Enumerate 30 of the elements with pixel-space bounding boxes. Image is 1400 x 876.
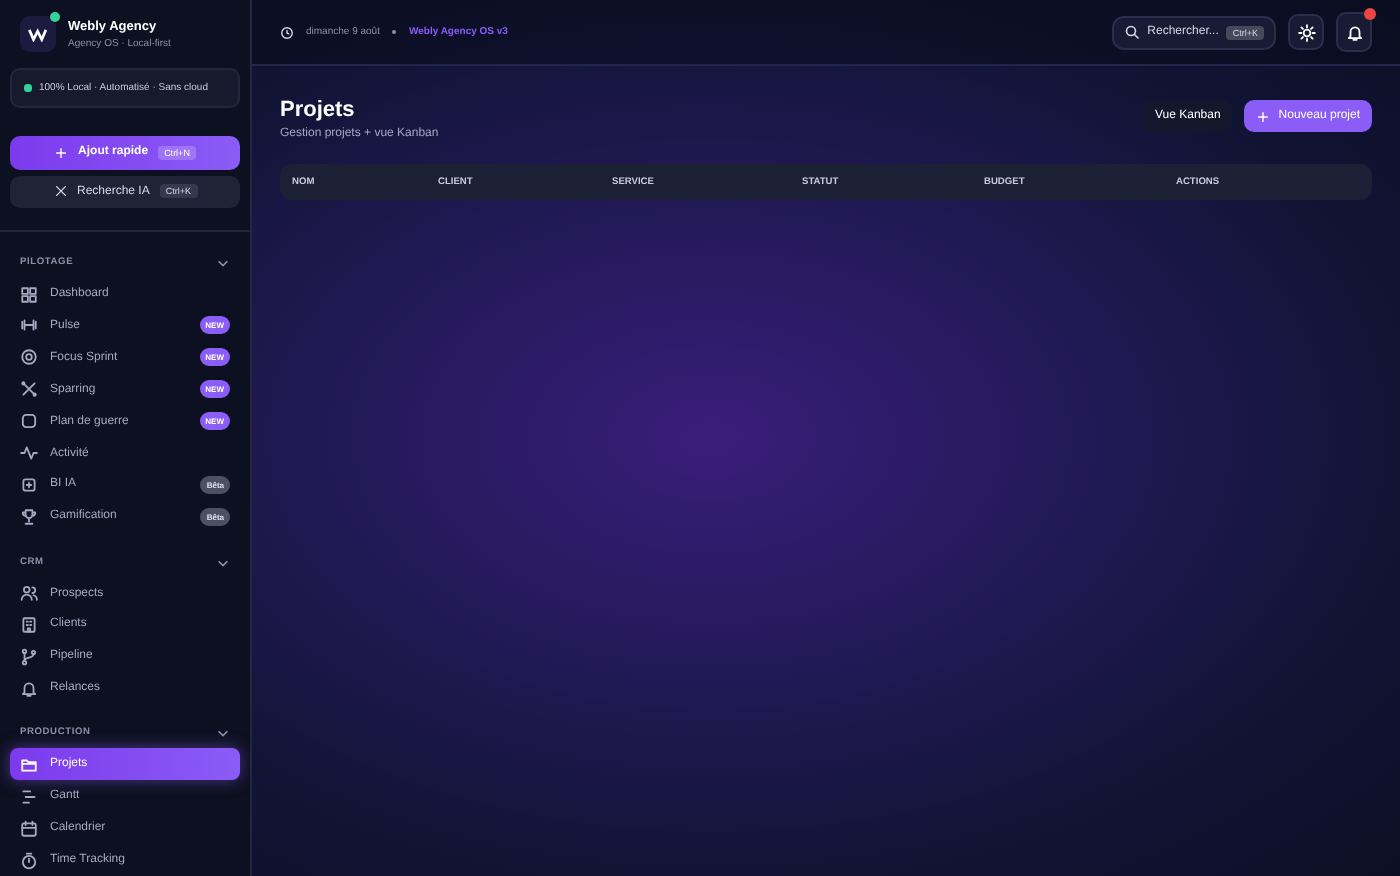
trophy-icon xyxy=(20,507,38,526)
calendar-icon xyxy=(20,819,38,838)
theme-toggle-button[interactable] xyxy=(1288,14,1324,50)
chip-icon xyxy=(20,475,38,494)
cross-icon xyxy=(53,184,67,199)
target-icon xyxy=(20,348,38,367)
plus-icon xyxy=(1256,109,1271,123)
building-icon xyxy=(20,615,38,634)
square-icon xyxy=(20,412,38,431)
grid-icon xyxy=(20,285,38,304)
chevron-icon[interactable] xyxy=(216,555,230,570)
users-icon xyxy=(20,584,38,603)
logo-icon xyxy=(20,16,56,52)
folder-icon xyxy=(20,755,38,774)
page-title: Projets xyxy=(280,98,357,122)
notifications-button[interactable] xyxy=(1336,12,1372,52)
cross-icon xyxy=(20,380,38,399)
dumbbell-icon xyxy=(20,316,38,335)
branch-icon xyxy=(20,647,38,666)
chevron-icon[interactable] xyxy=(216,256,230,271)
clock-icon xyxy=(280,25,294,39)
sun-icon xyxy=(1297,23,1315,41)
plus-icon xyxy=(54,145,69,160)
pulse-line-icon xyxy=(20,444,38,463)
timer-icon xyxy=(20,851,38,870)
bell-icon xyxy=(1345,23,1363,41)
gantt-icon xyxy=(20,787,38,806)
bell-icon xyxy=(20,679,38,698)
chevron-icon[interactable] xyxy=(216,726,230,741)
search-icon xyxy=(1123,24,1140,40)
